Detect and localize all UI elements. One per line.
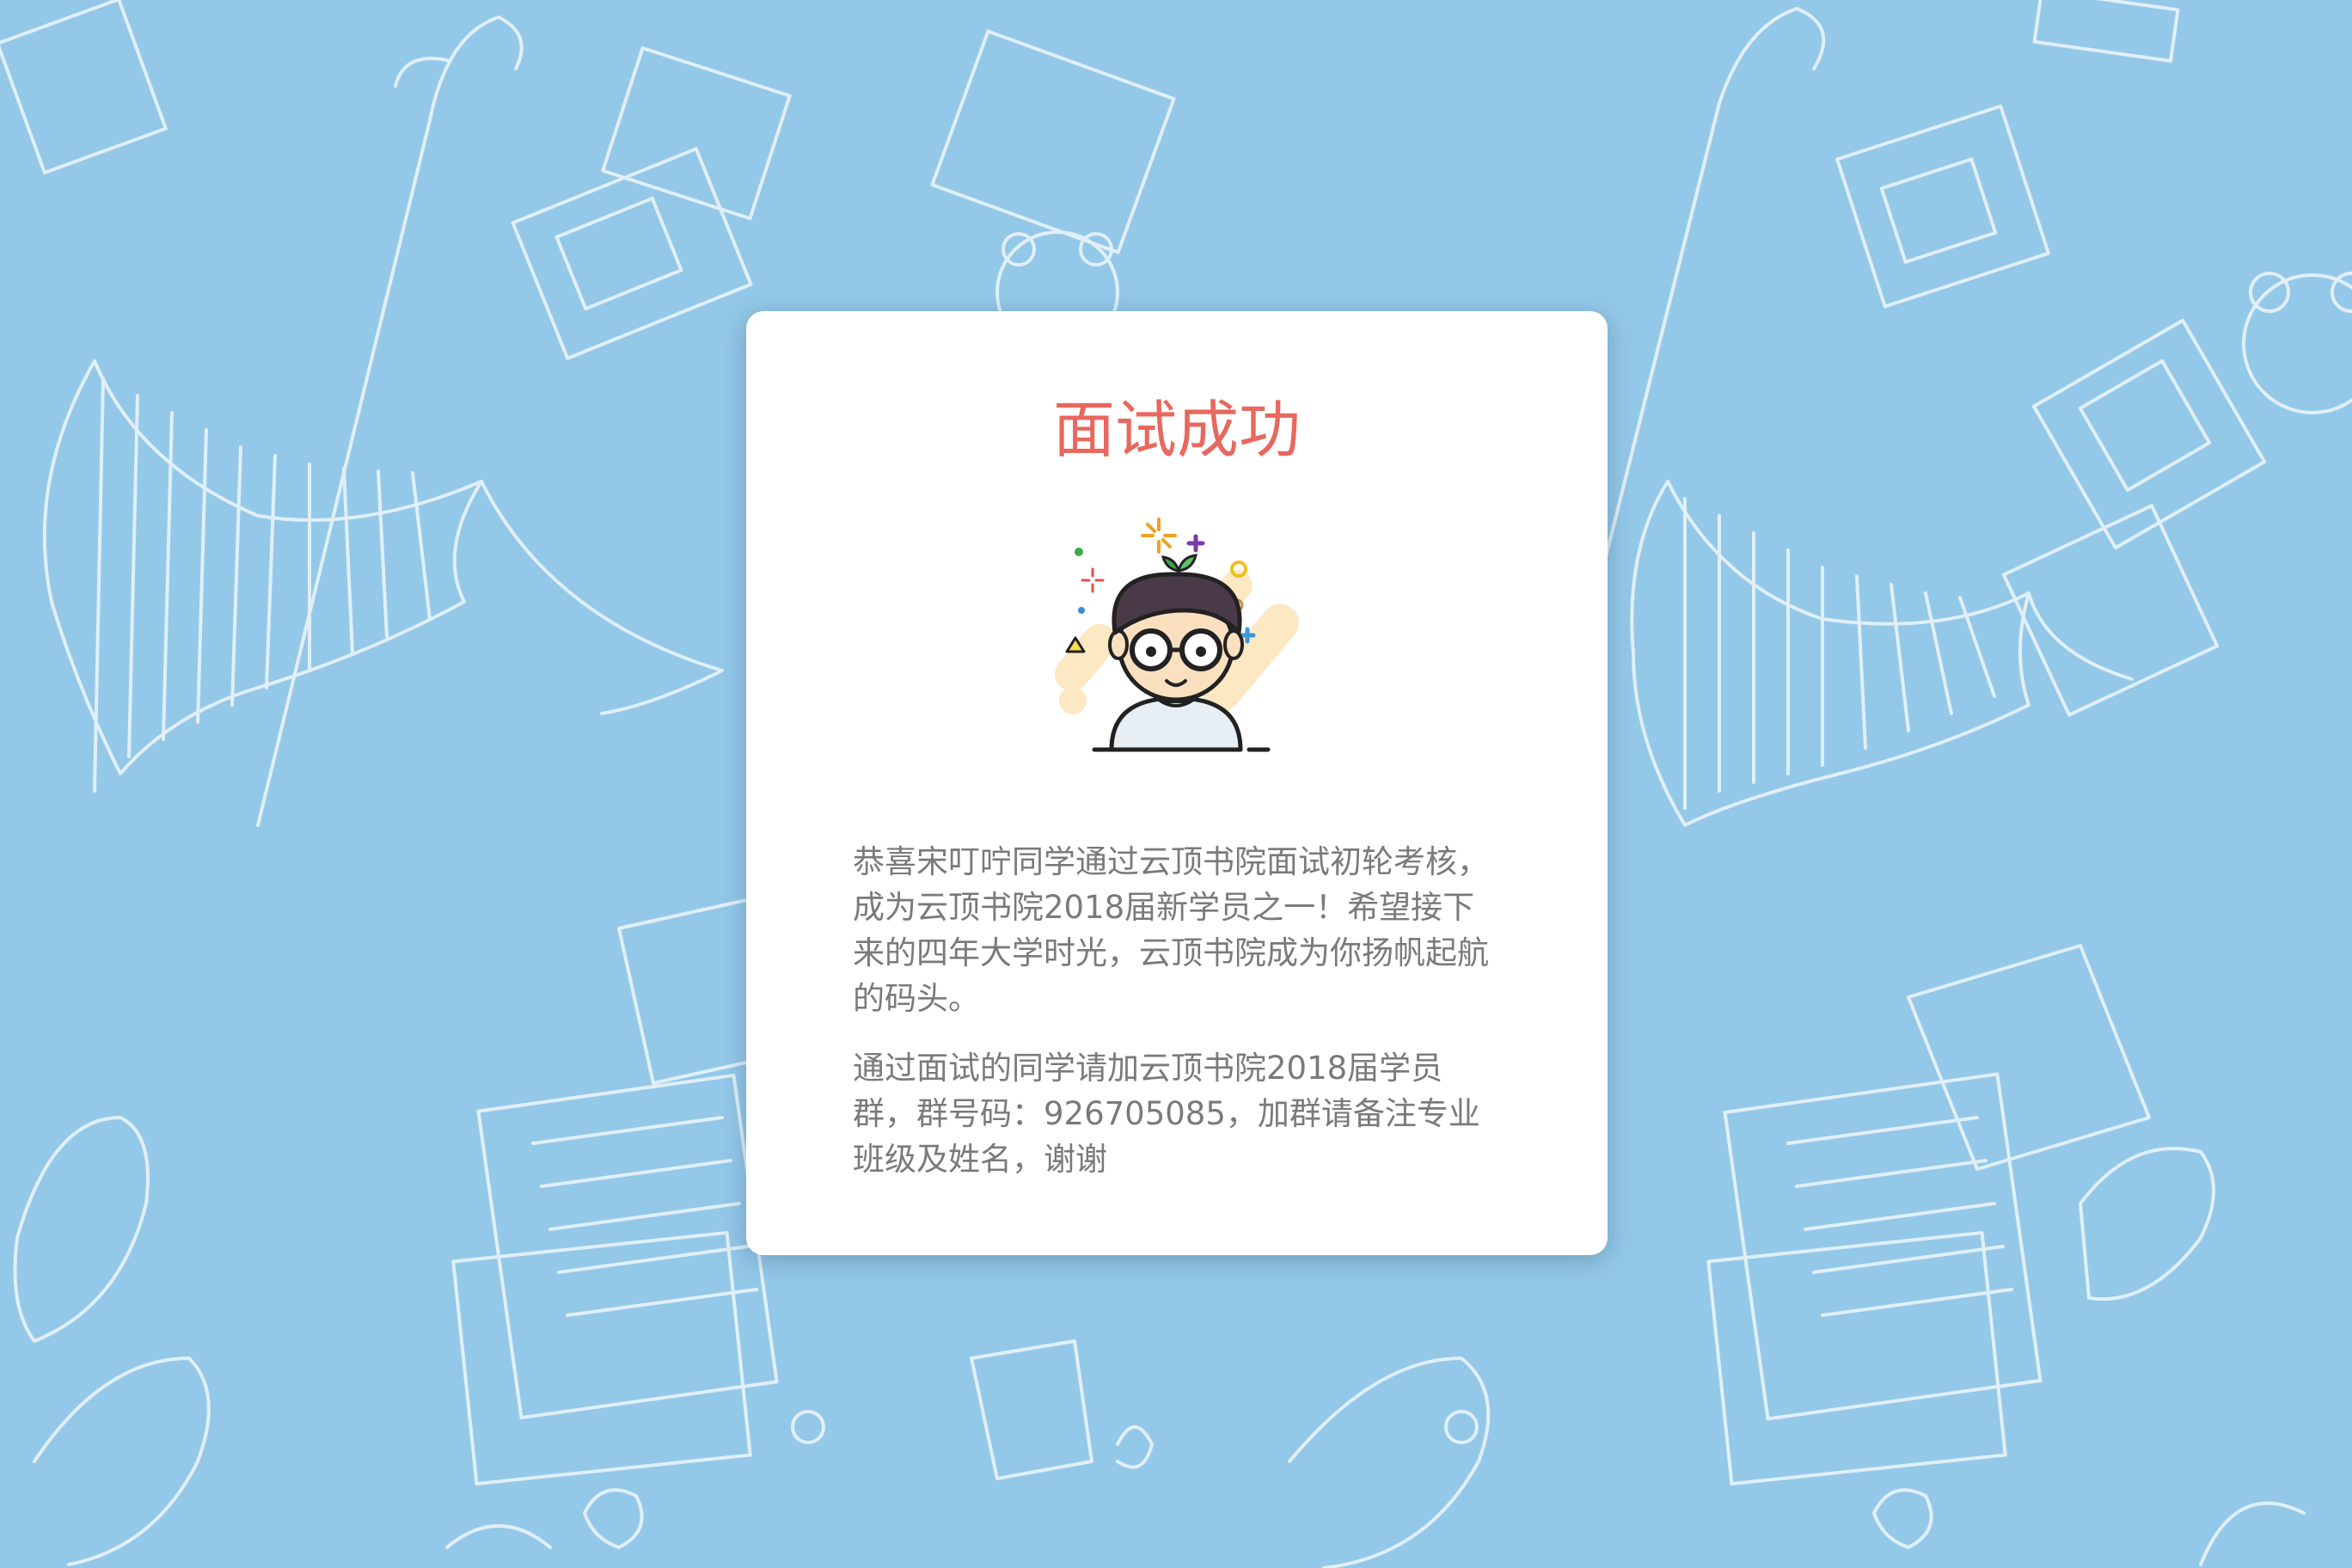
- result-title: 面试成功: [1052, 394, 1301, 466]
- scatter-doodles: [445, 1339, 2306, 1566]
- interview-result-card: 面试成功 恭喜宋叮咛同学通过云顶书院面试初轮考核，成为云顶书院2018届新学员之…: [746, 311, 1608, 1255]
- umbrella-doodle-right: [1571, 7, 2134, 827]
- umbrella-doodle-left: [42, 15, 724, 827]
- congratulation-message: 恭喜宋叮咛同学通过云顶书院面试初轮考核，成为云顶书院2018届新学员之一！希望接…: [853, 843, 1489, 1017]
- boy-with-glasses-icon: [1054, 518, 1300, 752]
- group-join-message: 通过面试的同学请加云顶书院2018届学员群，群号码：926705085，加群请备…: [853, 1050, 1480, 1178]
